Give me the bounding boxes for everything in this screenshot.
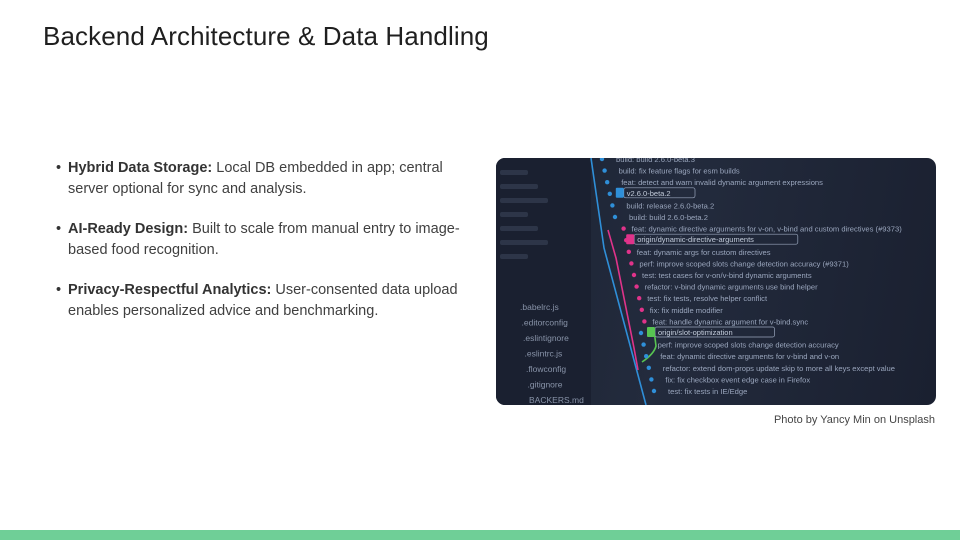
commit-message: build: build 2.6.0-beta.2 xyxy=(629,213,708,222)
file-tree-item: .babelrc.js xyxy=(520,302,559,312)
file-tree-stub xyxy=(500,226,538,231)
file-tree-item: .editorconfig xyxy=(522,318,569,328)
bullet-hybrid-data-storage: • Hybrid Data Storage: Local DB embedded… xyxy=(56,158,466,200)
accent-bar xyxy=(0,530,960,540)
commit-node xyxy=(651,388,657,394)
file-tree-stub xyxy=(500,170,528,175)
bullet-ai-ready-design: • AI-Ready Design: Built to scale from m… xyxy=(56,219,466,261)
file-tree-item: BACKERS.md xyxy=(529,395,584,405)
bullet-list: • Hybrid Data Storage: Local DB embedded… xyxy=(56,158,466,322)
ref-label-text: origin/slot-optimization xyxy=(658,328,733,337)
bullet-glyph: • xyxy=(56,160,62,176)
commit-node xyxy=(599,158,605,162)
bullet-lead: Privacy-Respectful Analytics: xyxy=(68,282,272,298)
commit-node xyxy=(610,203,615,208)
commit-node xyxy=(629,261,634,266)
git-log-photo: .babelrc.js .editorconfig .eslintignore .es… xyxy=(496,158,936,405)
commit-message: fix: fix middle modifier xyxy=(650,306,723,315)
commit-node xyxy=(639,307,644,312)
commit-node xyxy=(649,377,654,382)
file-tree-item: .flowconfig xyxy=(526,364,566,374)
bullet-lead: Hybrid Data Storage: xyxy=(68,160,213,176)
commit-message: test: test cases for v-on/v-bind dynamic… xyxy=(642,271,812,280)
bullet-glyph: • xyxy=(56,282,62,298)
slide-title: Backend Architecture & Data Handling xyxy=(43,21,489,51)
ref-label-text: v2.6.0-beta.2 xyxy=(627,189,671,198)
commit-node xyxy=(641,342,646,347)
commit-message: build: release 2.6.0-beta.2 xyxy=(626,201,714,210)
commit-node xyxy=(612,214,618,220)
bullet-glyph: • xyxy=(56,221,62,237)
commit-message: perf: improve scoped slots change detect… xyxy=(639,259,849,268)
commit-message: refactor: v-bind dynamic arguments use b… xyxy=(645,283,819,292)
commit-node xyxy=(634,284,639,289)
commit-message: feat: dynamic args for custom directives xyxy=(637,248,771,257)
commit-node xyxy=(605,180,610,185)
file-tree-item: .eslintignore xyxy=(523,333,569,343)
file-tree-stub xyxy=(500,184,538,189)
photo-credit: Photo by Yancy Min on Unsplash xyxy=(773,414,935,426)
commit-node xyxy=(644,354,649,359)
file-tree-stub xyxy=(500,198,548,203)
ref-label-chip xyxy=(647,327,655,337)
bullet-privacy-analytics: • Privacy-Respectful Analytics: User-con… xyxy=(56,280,466,322)
commit-message: fix: fix checkbox event edge case in Fir… xyxy=(665,375,810,384)
branch-line-pink xyxy=(607,229,639,371)
commit-node xyxy=(602,168,607,173)
commit-message: feat: detect and warn invalid dynamic ar… xyxy=(621,178,823,187)
commit-message: perf: improve scoped slots change detect… xyxy=(658,341,839,350)
ref-label-chip xyxy=(615,187,624,198)
file-tree-stub xyxy=(500,254,528,259)
commit-node xyxy=(638,330,644,336)
commit-message: feat: dynamic directive arguments for v-… xyxy=(660,352,839,361)
commit-node xyxy=(642,319,647,324)
file-tree-item: .gitignore xyxy=(528,380,563,390)
git-graph-illustration: .babelrc.js .editorconfig .eslintignore .es… xyxy=(496,158,903,405)
commit-message: test: fix tests, resolve helper conflict xyxy=(647,294,768,303)
commit-message: build: fix feature flags for esm builds xyxy=(619,167,740,176)
commit-message: build: build 2.6.0-beta.3 xyxy=(616,158,695,164)
commit-message: feat: handle dynamic argument for v-bind… xyxy=(652,317,808,326)
commit-node xyxy=(646,365,651,370)
ref-label-text: origin/dynamic-directive-arguments xyxy=(637,235,754,244)
commit-message: feat: dynamic directive arguments for v-… xyxy=(632,225,903,234)
commit-message: refactor: extend dom-props update skip t… xyxy=(663,364,895,373)
commit-node xyxy=(607,191,612,196)
commit-node xyxy=(621,226,626,231)
ref-label-chip xyxy=(626,234,635,245)
file-tree-stub xyxy=(500,212,528,217)
bullet-lead: AI-Ready Design: xyxy=(68,221,189,237)
commit-node xyxy=(626,249,631,254)
commit-message: test: fix tests in IE/Edge xyxy=(668,387,747,396)
file-tree-stub xyxy=(500,240,548,245)
file-tree-item: .eslintrc.js xyxy=(525,349,563,359)
commit-node xyxy=(637,296,642,301)
commit-node xyxy=(631,272,637,278)
